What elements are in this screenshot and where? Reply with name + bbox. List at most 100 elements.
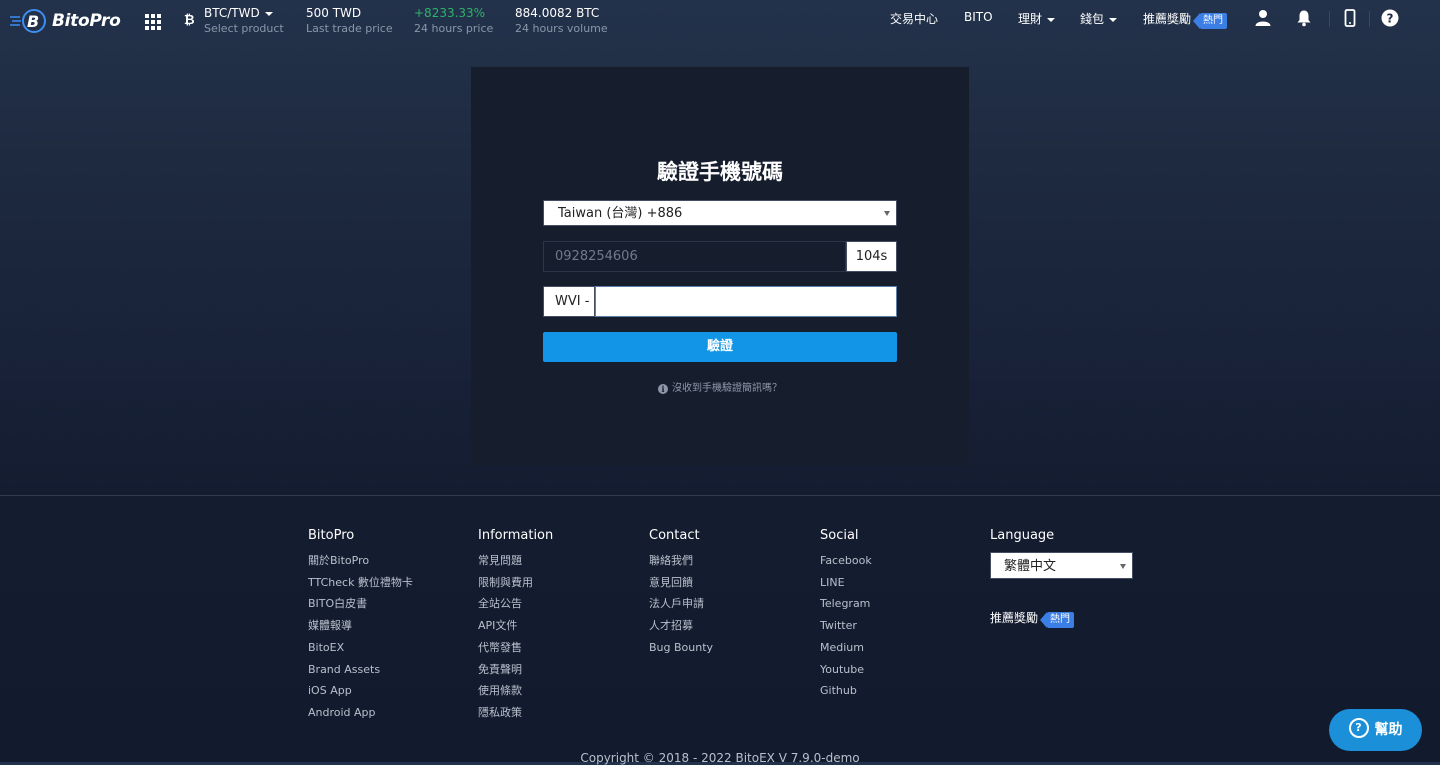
svg-text:?: ? xyxy=(1387,12,1394,26)
price-change-stat: +8233.33% 24 hours price xyxy=(414,6,493,37)
footer-link[interactable]: 使用條款 xyxy=(478,680,553,702)
footer-referral-label: 推薦獎勵 xyxy=(990,611,1039,625)
footer-link[interactable]: 媒體報導 xyxy=(308,615,413,637)
footer-link[interactable]: Brand Assets xyxy=(308,659,413,681)
page-title: 驗證手機號碼 xyxy=(657,160,783,184)
header-divider xyxy=(1369,11,1370,27)
nav-wallet[interactable]: 錢包 xyxy=(1080,10,1118,27)
footer-column-language: Language xyxy=(990,528,1054,550)
footer-column-contact: Contact 聯絡我們 意見回饋 法人戶申請 人才招募 Bug Bounty xyxy=(649,528,713,659)
top-header: B BitoPro ₿ BTC/TWD Select product 500 T… xyxy=(0,0,1440,42)
footer-column-information: Information 常見問題 限制與費用 全站公告 API文件 代幣發售 免… xyxy=(478,528,553,724)
nav-referral[interactable]: 推薦獎勵 熱門 xyxy=(1143,10,1228,29)
footer-link[interactable]: LINE xyxy=(820,572,872,594)
svg-text:B: B xyxy=(27,12,39,31)
question-icon[interactable]: ? xyxy=(1381,9,1399,27)
hot-badge: 熱門 xyxy=(1040,612,1075,628)
nav-referral-label: 推薦獎勵 xyxy=(1143,12,1192,26)
footer-link[interactable]: Bug Bounty xyxy=(649,637,713,659)
language-select[interactable]: 繁體中文 xyxy=(990,552,1133,579)
last-price-value: 500 TWD xyxy=(306,6,362,20)
footer-link[interactable]: 全站公告 xyxy=(478,593,553,615)
footer-link[interactable]: Medium xyxy=(820,637,872,659)
volume-label: 24 hours volume xyxy=(515,22,608,35)
country-select-value: Taiwan (台灣) +886 xyxy=(558,206,683,221)
footer-link[interactable]: 代幣發售 xyxy=(478,637,553,659)
footer-column-bitopro: BitoPro 關於BitoPro TTCheck 數位禮物卡 BITO白皮書 … xyxy=(308,528,413,724)
nav-wallet-label: 錢包 xyxy=(1080,12,1105,26)
footer-column-heading: Social xyxy=(820,528,859,543)
no-sms-help-link[interactable]: i 沒收到手機驗證簡訊嗎？ xyxy=(471,379,969,394)
pair-selector[interactable]: BTC/TWD Select product xyxy=(204,6,284,37)
footer-link[interactable]: API文件 xyxy=(478,615,553,637)
footer-column-heading: Language xyxy=(990,528,1055,543)
caret-down-icon xyxy=(1120,564,1126,569)
verify-button[interactable]: 驗證 xyxy=(543,332,897,362)
caret-down-icon xyxy=(884,211,890,216)
footer-link[interactable]: Android App xyxy=(308,702,413,724)
chevron-down-icon xyxy=(264,11,273,16)
volume-stat: 884.0082 BTC 24 hours volume xyxy=(515,6,608,37)
phone-row: 0928254606 104s xyxy=(543,241,897,272)
footer-link[interactable]: 常見問題 xyxy=(478,550,553,572)
phone-input[interactable]: 0928254606 xyxy=(543,241,846,272)
bitcoin-icon: ₿ xyxy=(184,13,195,28)
hot-badge: 熱門 xyxy=(1193,13,1228,29)
last-price-stat: 500 TWD Last trade price xyxy=(306,6,393,37)
footer-divider xyxy=(0,495,1440,496)
logo[interactable]: B BitoPro xyxy=(10,6,121,36)
pair-value: BTC/TWD xyxy=(204,6,260,20)
footer-link[interactable]: BitoEX xyxy=(308,637,413,659)
footer-link[interactable]: 限制與費用 xyxy=(478,572,553,594)
price-change-value: +8233.33% xyxy=(414,6,486,20)
footer-link[interactable]: 聯絡我們 xyxy=(649,550,713,572)
nav-trading-center[interactable]: 交易中心 xyxy=(890,10,938,27)
last-price-label: Last trade price xyxy=(306,22,393,35)
footer-link[interactable]: 意見回饋 xyxy=(649,572,713,594)
apps-grid-icon[interactable] xyxy=(145,14,161,30)
verification-code-input[interactable] xyxy=(595,286,897,317)
pair-label: Select product xyxy=(204,22,284,35)
mobile-icon[interactable] xyxy=(1341,9,1359,27)
footer-link[interactable]: 法人戶申請 xyxy=(649,593,713,615)
footer-link[interactable]: BITO白皮書 xyxy=(308,593,413,615)
bitopro-logo-icon: B xyxy=(10,9,46,33)
nav-finance[interactable]: 理財 xyxy=(1018,10,1056,27)
user-icon[interactable] xyxy=(1254,9,1272,27)
footer-link[interactable]: Youtube xyxy=(820,659,872,681)
no-sms-help-text: 沒收到手機驗證簡訊嗎？ xyxy=(672,383,782,394)
footer-link[interactable]: Telegram xyxy=(820,593,872,615)
brand-name: BitoPro xyxy=(52,11,121,31)
footer-link[interactable]: 隱私政策 xyxy=(478,702,553,724)
bell-icon[interactable] xyxy=(1295,9,1313,27)
question-icon: ? xyxy=(1348,718,1369,738)
resend-countdown-button[interactable]: 104s xyxy=(846,241,897,272)
footer-column-heading: Information xyxy=(478,528,554,543)
chevron-down-icon xyxy=(1047,17,1056,22)
footer-referral-link[interactable]: 推薦獎勵 熱門 xyxy=(990,609,1075,628)
footer-link[interactable]: Facebook xyxy=(820,550,872,572)
country-select[interactable]: Taiwan (台灣) +886 xyxy=(543,200,897,226)
footer-link[interactable]: 關於BitoPro xyxy=(308,550,413,572)
code-prefix: WVI - xyxy=(543,286,595,317)
footer-link[interactable]: Twitter xyxy=(820,615,872,637)
nav-bito[interactable]: BITO xyxy=(964,10,993,24)
footer-link[interactable]: 人才招募 xyxy=(649,615,713,637)
info-icon: i xyxy=(658,384,668,394)
footer-column-heading: Contact xyxy=(649,528,700,543)
footer-link[interactable]: TTCheck 數位禮物卡 xyxy=(308,572,413,594)
verify-phone-card: 驗證手機號碼 Taiwan (台灣) +886 0928254606 104s … xyxy=(471,67,969,466)
header-divider xyxy=(1329,11,1330,27)
footer-column-heading: BitoPro xyxy=(308,528,355,543)
footer-column-social: Social Facebook LINE Telegram Twitter Me… xyxy=(820,528,872,702)
help-button-label: 幫助 xyxy=(1374,722,1403,738)
footer-link[interactable]: iOS App xyxy=(308,680,413,702)
footer-link[interactable]: Github xyxy=(820,680,872,702)
language-select-value: 繁體中文 xyxy=(1004,559,1057,574)
price-change-label: 24 hours price xyxy=(414,22,494,35)
copyright: Copyright © 2018 - 2022 BitoEX V 7.9.0-d… xyxy=(580,751,860,765)
footer-link[interactable]: 免責聲明 xyxy=(478,659,553,681)
help-button[interactable]: ? 幫助 xyxy=(1329,709,1422,751)
volume-value: 884.0082 BTC xyxy=(515,6,600,20)
chevron-down-icon xyxy=(1109,17,1118,22)
